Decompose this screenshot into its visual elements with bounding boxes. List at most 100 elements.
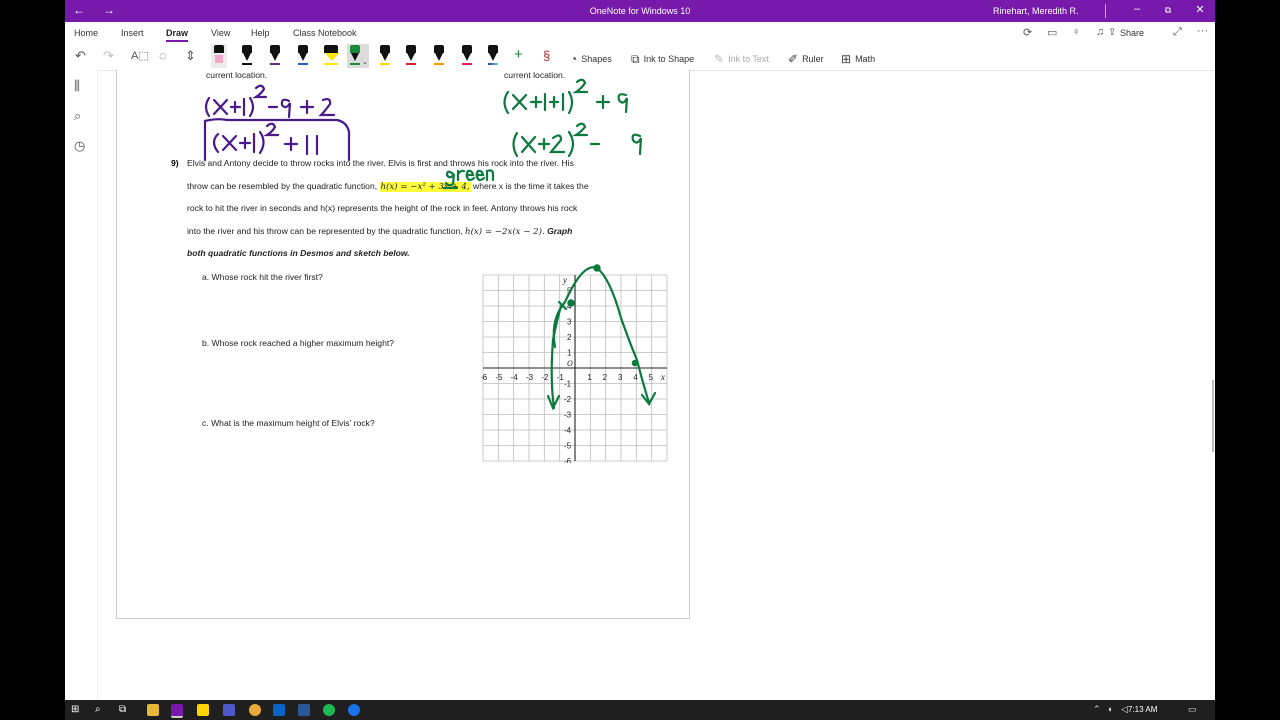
ink-to-text-button[interactable]: ✎ Ink to Text	[714, 51, 769, 66]
shapes-icon: ◔	[570, 52, 578, 66]
x-tick-label: 3	[618, 373, 623, 382]
pen-green-selected[interactable]: ⌄	[347, 44, 369, 68]
question-line-5: both quadratic functions in Desmos and s…	[187, 248, 410, 258]
pen-color-swatch	[462, 63, 472, 65]
more-options-icon[interactable]: ···	[1197, 25, 1208, 37]
teams-icon[interactable]	[223, 704, 235, 716]
microphone-icon[interactable]: ◖	[1107, 704, 1112, 714]
pen-tip	[381, 53, 389, 61]
minimize-button[interactable]: –	[1127, 3, 1147, 15]
coordinate-grid[interactable]: -6-5-4-3-2-11234554321-1-2-3-4-5-6xyO	[481, 273, 669, 463]
notebook-page[interactable]: current location. current location. 9) E…	[116, 70, 690, 619]
outlook-icon[interactable]	[273, 704, 285, 716]
ink-to-text-icon: ✎	[714, 52, 725, 66]
grid-axes	[483, 275, 667, 461]
line2-text-b: where x is the time it takes the	[473, 181, 589, 191]
question-number: 9)	[171, 158, 179, 168]
math-button[interactable]: ⊞ Math	[841, 51, 875, 66]
graph-instruction: Graph	[547, 226, 573, 236]
tab-home[interactable]: Home	[74, 28, 98, 38]
notebooks-icon[interactable]: ⫼	[74, 78, 80, 94]
x-tick-label: 1	[587, 373, 592, 382]
tab-view[interactable]: View	[211, 28, 230, 38]
question-line-2: throw can be resembled by the quadratic …	[187, 181, 657, 192]
maximize-button[interactable]: ⧉	[1158, 5, 1178, 16]
cut-text-right: current location.	[504, 70, 566, 80]
y-tick-label: -1	[564, 380, 572, 389]
pencil-pink[interactable]	[459, 44, 475, 68]
sub-question-b: b. Whose rock reached a higher maximum h…	[202, 338, 395, 348]
highlighter-yellow[interactable]	[321, 44, 343, 68]
chrome-icon[interactable]	[249, 704, 261, 716]
redo-icon[interactable]: ↷	[103, 48, 114, 64]
purple-ink	[203, 84, 351, 162]
draw-ribbon: ↶ ↷ A⬚ ◌ ⇕ ⌄ + § ◔ Shapes ⧉ Ink to Shape ✎…	[65, 42, 1215, 71]
windows-start-icon[interactable]: ⊞	[71, 704, 83, 716]
eraser-tool[interactable]	[211, 44, 227, 68]
pen-tip	[351, 53, 359, 61]
vertical-scrollbar[interactable]	[1212, 380, 1214, 452]
add-pen-icon[interactable]: +	[514, 46, 523, 63]
user-name[interactable]: Rinehart, Meredith R.	[993, 6, 1079, 16]
tab-class-notebook[interactable]: Class Notebook	[293, 28, 357, 38]
onenote-app-icon[interactable]	[171, 704, 183, 718]
speaker-icon[interactable]: ◁	[1121, 704, 1128, 715]
task-view-icon[interactable]: ⧉	[119, 704, 131, 716]
ruler-button[interactable]: ✐ Ruler	[788, 51, 824, 66]
pen-cap	[380, 45, 390, 53]
lasso-select-icon[interactable]: ◌	[159, 48, 167, 63]
add-space-icon[interactable]: ⇕	[185, 48, 196, 64]
share-icon[interactable]: ⇪	[1108, 27, 1116, 38]
search-icon[interactable]: ⌕	[74, 108, 81, 124]
type-select-icon[interactable]: A⬚	[131, 49, 149, 62]
sub-question-a: a. Whose rock hit the river first?	[202, 272, 323, 282]
pencil-red[interactable]	[403, 44, 419, 68]
sticky-notes-icon[interactable]	[197, 704, 209, 716]
expand-icon[interactable]: ⤢	[1173, 26, 1182, 39]
replay-ink-icon[interactable]: §	[543, 48, 550, 63]
pen-tip	[463, 53, 471, 61]
pencil-orange[interactable]	[431, 44, 447, 68]
pen-color-swatch	[270, 63, 280, 65]
sync-icon[interactable]: ⟳	[1023, 26, 1032, 39]
pen-galaxy[interactable]	[485, 44, 501, 68]
recent-clock-icon[interactable]: ◷	[74, 138, 85, 154]
pen-black[interactable]	[239, 44, 255, 68]
pen-color-swatch	[324, 63, 338, 65]
pen-cap	[434, 45, 444, 53]
ink-to-text-label: Ink to Text	[728, 54, 769, 64]
title-bar: ← → OneNote for Windows 10 Rinehart, Mer…	[65, 0, 1215, 22]
pen-purple[interactable]	[267, 44, 283, 68]
zoom-icon[interactable]	[348, 704, 360, 716]
y-tick-label: -6	[564, 457, 572, 463]
taskbar-clock[interactable]: 7:13 AM	[1128, 705, 1157, 714]
pen-blue[interactable]	[295, 44, 311, 68]
chevron-up-icon[interactable]: ⌃	[1093, 704, 1101, 715]
share-button[interactable]: Share	[1120, 28, 1144, 38]
grid-tick-labels: -6-5-4-3-2-11234554321-1-2-3-4-5-6xyO	[481, 275, 665, 463]
notifications-icon[interactable]: ▭	[1188, 704, 1197, 715]
lightbulb-icon[interactable]: ♀	[1072, 26, 1080, 38]
ink-to-shape-button[interactable]: ⧉ Ink to Shape	[631, 51, 694, 66]
antony-equation: h(x) = −2x(x − 2).	[465, 227, 545, 237]
file-explorer-icon[interactable]	[147, 704, 159, 716]
x-tick-label: 2	[603, 373, 608, 382]
y-tick-label: -2	[564, 395, 572, 404]
bell-icon[interactable]: ♫	[1096, 26, 1104, 38]
spotify-icon[interactable]	[323, 704, 335, 716]
pen-cap	[270, 45, 280, 53]
notebook-icon[interactable]: ▭	[1047, 26, 1057, 39]
tab-draw[interactable]: Draw	[166, 28, 188, 38]
search-taskbar-icon[interactable]: ⌕	[95, 704, 107, 716]
undo-icon[interactable]: ↶	[75, 48, 86, 64]
tab-insert[interactable]: Insert	[121, 28, 144, 38]
ruler-label: Ruler	[802, 54, 824, 64]
close-button[interactable]: ✕	[1190, 3, 1210, 16]
cut-text-left: current location.	[206, 70, 268, 80]
pencil-yellow[interactable]	[377, 44, 393, 68]
word-icon[interactable]	[298, 704, 310, 716]
tab-help[interactable]: Help	[251, 28, 270, 38]
shapes-button[interactable]: ◔ Shapes	[570, 51, 612, 66]
chevron-down-icon[interactable]: ⌄	[362, 58, 368, 66]
x-tick-label: -5	[495, 373, 503, 382]
